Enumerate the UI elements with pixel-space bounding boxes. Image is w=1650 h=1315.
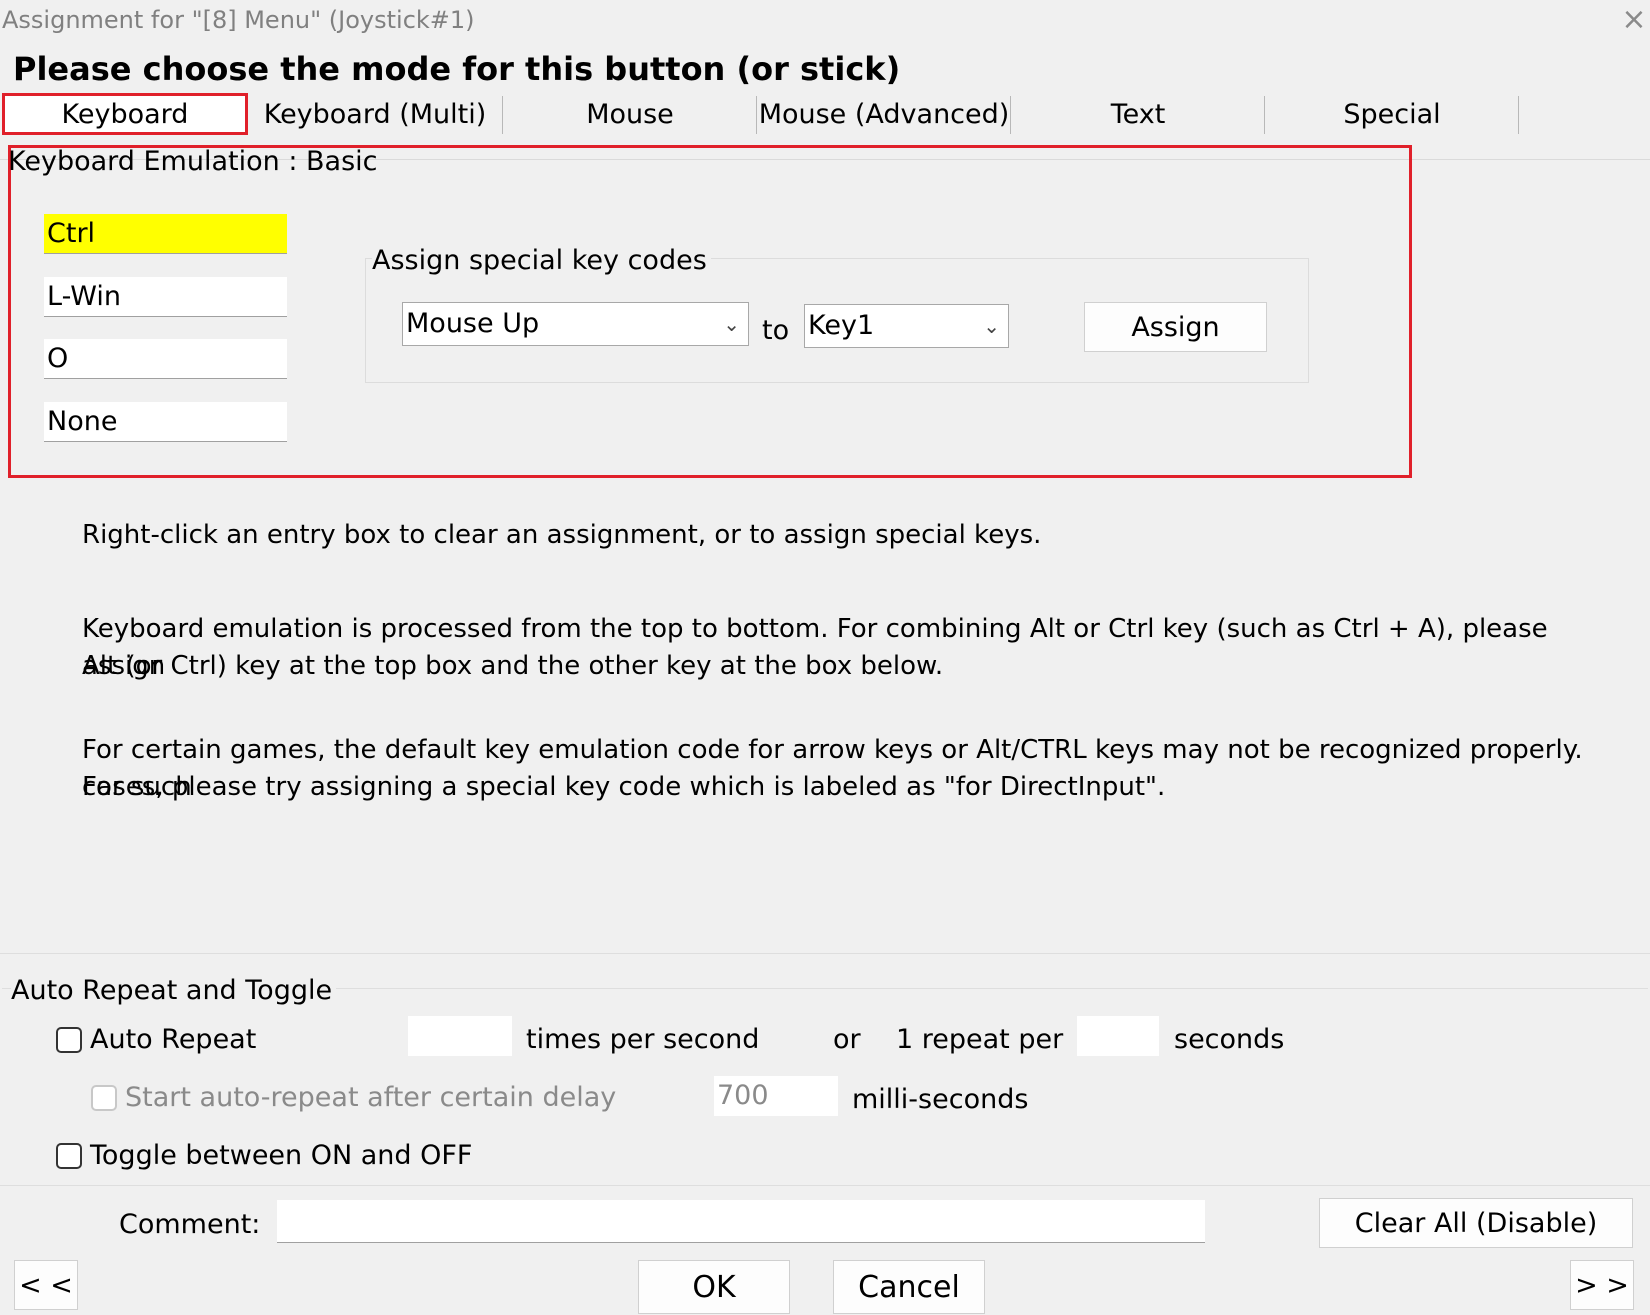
- special-key-to-value: Key1: [808, 310, 875, 341]
- delay-unit-label: milli-seconds: [852, 1084, 1029, 1115]
- cancel-button[interactable]: Cancel: [833, 1260, 985, 1314]
- tab-separator: [1010, 96, 1011, 134]
- toggle-label: Toggle between ON and OFF: [90, 1140, 473, 1171]
- comment-label: Comment:: [119, 1209, 261, 1240]
- to-label: to: [762, 315, 790, 346]
- repeat-per-label: 1 repeat per: [896, 1024, 1064, 1055]
- key-entry-4[interactable]: None: [44, 402, 287, 442]
- assign-button[interactable]: Assign: [1084, 302, 1267, 352]
- section-title: Keyboard Emulation : Basic: [8, 146, 378, 177]
- chevron-down-icon: ⌄: [983, 314, 1000, 338]
- special-key-group-label: Assign special key codes: [372, 245, 711, 276]
- tab-separator: [756, 96, 757, 134]
- mode-tabs: Keyboard Keyboard (Multi) Mouse Mouse (A…: [0, 92, 1650, 138]
- tab-special[interactable]: Special: [1266, 92, 1518, 138]
- delay-checkbox[interactable]: [91, 1085, 117, 1111]
- delay-label: Start auto-repeat after certain delay: [125, 1082, 617, 1113]
- tab-keyboard[interactable]: Keyboard: [2, 92, 248, 138]
- next-button[interactable]: > >: [1570, 1260, 1634, 1310]
- page-heading: Please choose the mode for this button (…: [13, 50, 901, 88]
- section-divider: [0, 953, 1650, 954]
- delay-ms-input[interactable]: 700: [714, 1076, 838, 1116]
- times-per-second-input[interactable]: [408, 1016, 512, 1056]
- or-label: or: [833, 1024, 861, 1055]
- comment-input[interactable]: [277, 1200, 1205, 1243]
- tab-text[interactable]: Text: [1012, 92, 1264, 138]
- tab-mouse-advanced[interactable]: Mouse (Advanced): [758, 92, 1010, 138]
- toggle-checkbox[interactable]: [56, 1143, 82, 1169]
- special-key-to-select[interactable]: Key1 ⌄: [804, 304, 1009, 348]
- help-paragraph-2-line-2: Alt (or Ctrl) key at the top box and the…: [82, 651, 944, 681]
- seconds-input[interactable]: [1077, 1016, 1159, 1056]
- close-icon[interactable]: ×: [1620, 4, 1648, 36]
- tab-separator: [1518, 96, 1519, 134]
- footer-divider: [0, 1185, 1650, 1186]
- key-entry-2[interactable]: L-Win: [44, 277, 287, 317]
- auto-repeat-label: Auto Repeat: [90, 1024, 257, 1055]
- clear-all-button[interactable]: Clear All (Disable): [1319, 1198, 1633, 1248]
- auto-repeat-section-label: Auto Repeat and Toggle: [11, 975, 337, 1006]
- times-per-second-label: times per second: [526, 1024, 760, 1055]
- chevron-down-icon: ⌄: [723, 312, 740, 336]
- help-paragraph-3-line-2: cases, please try assigning a special ke…: [82, 772, 1166, 802]
- key-entry-1[interactable]: Ctrl: [44, 214, 287, 254]
- ok-button[interactable]: OK: [638, 1260, 790, 1314]
- title-bar: Assignment for "[8] Menu" (Joystick#1) ×: [0, 0, 1650, 42]
- key-entry-3[interactable]: O: [44, 339, 287, 379]
- tab-separator: [502, 96, 503, 134]
- help-paragraph-1: Right-click an entry box to clear an ass…: [82, 520, 1042, 550]
- window-title: Assignment for "[8] Menu" (Joystick#1): [2, 6, 475, 34]
- seconds-label: seconds: [1174, 1024, 1285, 1055]
- special-key-from-select[interactable]: Mouse Up ⌄: [402, 302, 749, 346]
- special-key-from-value: Mouse Up: [406, 308, 540, 339]
- tab-keyboard-multi[interactable]: Keyboard (Multi): [250, 92, 500, 138]
- auto-repeat-checkbox[interactable]: [56, 1027, 82, 1053]
- tab-separator: [1264, 96, 1265, 134]
- tab-mouse[interactable]: Mouse: [504, 92, 756, 138]
- previous-button[interactable]: < <: [14, 1260, 78, 1310]
